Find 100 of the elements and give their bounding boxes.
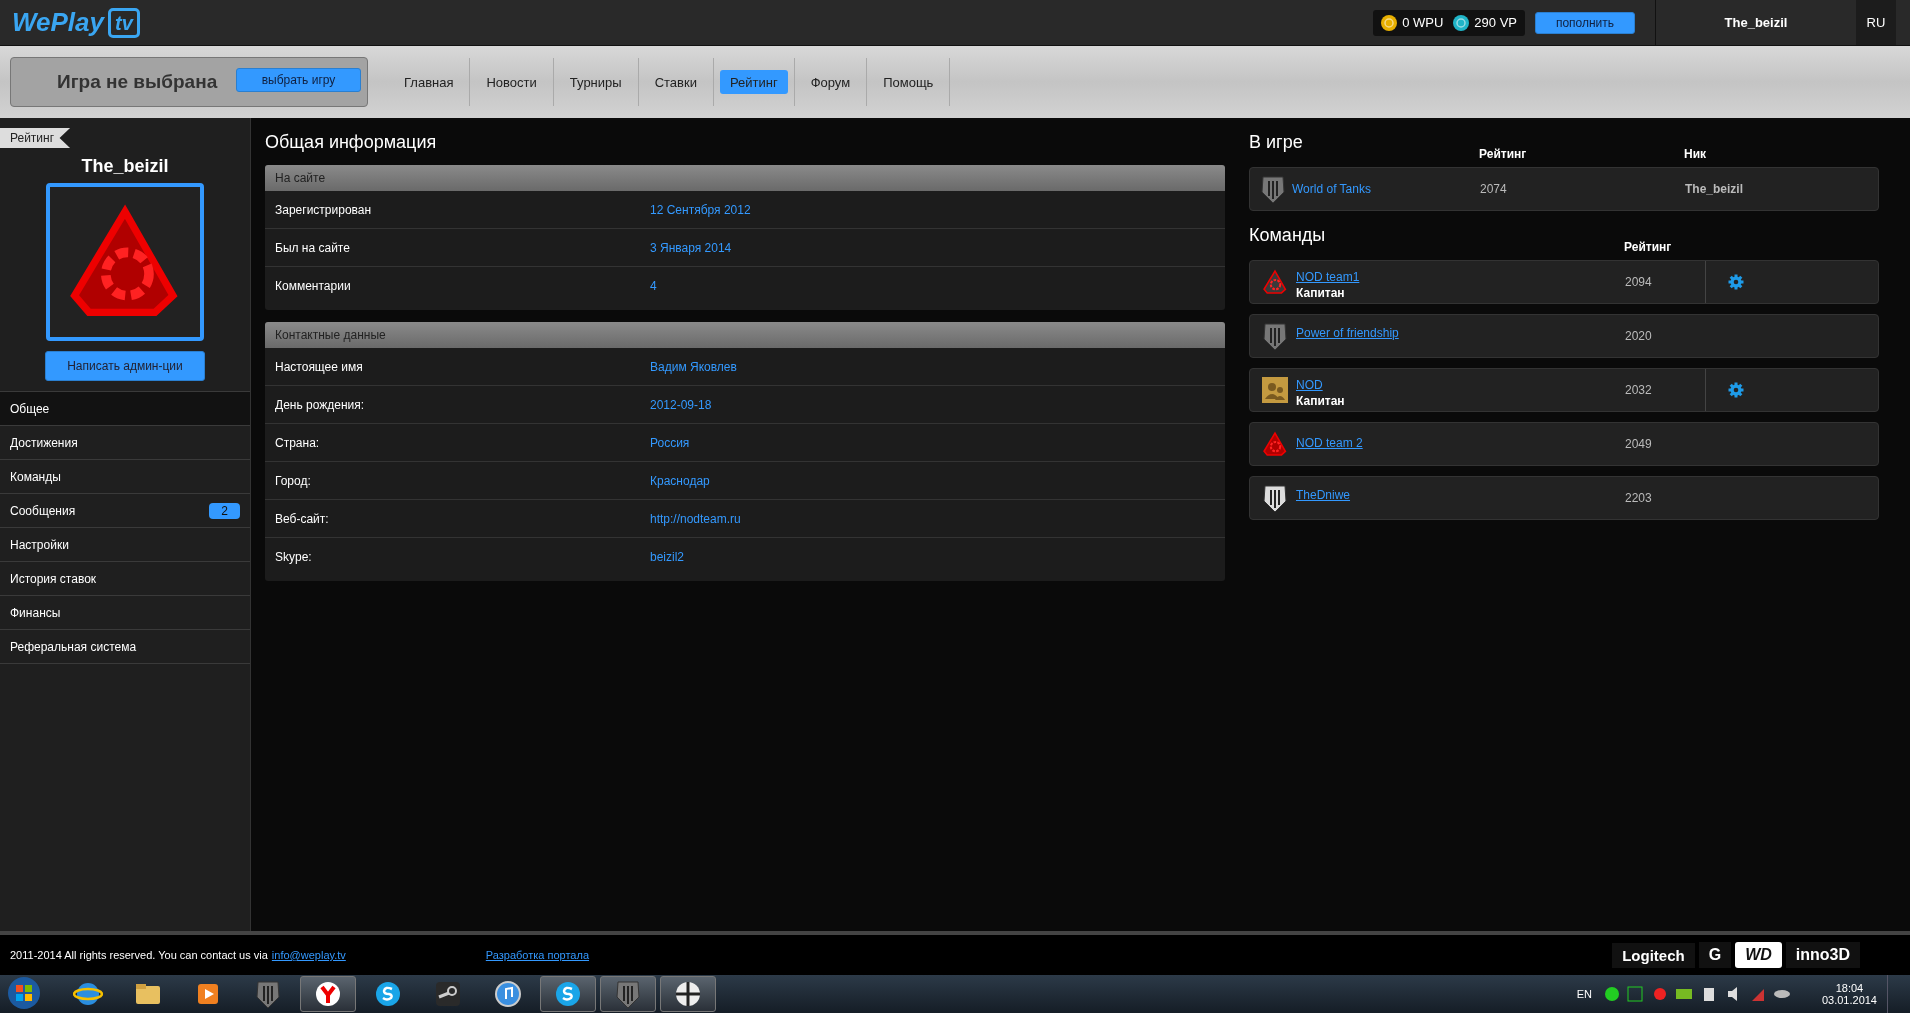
game-link[interactable]: World of Tanks [1292, 182, 1371, 196]
nav-tab[interactable]: Помощь [873, 58, 944, 106]
input-language[interactable]: EN [1576, 988, 1592, 1000]
rating-value: 2074 [1480, 182, 1508, 196]
logo[interactable]: WePlay tv [12, 7, 140, 38]
sidebar-item[interactable]: Команды [0, 459, 250, 493]
field-label: Настоящее имя [275, 359, 364, 374]
shield-icon [1262, 321, 1288, 351]
emblem-icon [1262, 269, 1288, 295]
windows-logo-icon [7, 976, 41, 1010]
field-label: Skype: [275, 549, 313, 564]
field-value: Вадим Яковлев [650, 359, 738, 374]
sponsor-logo[interactable]: inno3D [1785, 942, 1860, 968]
rating-value: 2094 [1625, 275, 1653, 289]
field-label: Комментарии [275, 278, 352, 293]
settings-icon[interactable] [1728, 382, 1744, 398]
taskbar-button[interactable] [540, 976, 596, 1012]
nav-tab[interactable]: Форум [800, 58, 861, 106]
field-label: Был на сайте [275, 240, 351, 255]
settings-icon[interactable] [1728, 274, 1744, 290]
balance-amount: 0 WPU [1402, 15, 1444, 30]
shield-icon [615, 979, 641, 1009]
coin-icon [1453, 14, 1470, 31]
count-badge: 2 [209, 502, 240, 519]
taskbar-button[interactable] [660, 976, 716, 1012]
field-label: Зарегистрирован [275, 202, 373, 217]
section-ribbon: Рейтинг [0, 128, 71, 148]
sponsor-logo[interactable]: WD [1735, 942, 1782, 968]
shield-icon [1262, 483, 1288, 513]
sidebar-item-label: Реферальная система [10, 639, 137, 654]
nav-tab[interactable]: Турниры [559, 58, 632, 106]
nav-tab[interactable]: Ставки [644, 58, 707, 106]
user-menu[interactable]: The_beizil [1724, 15, 1788, 30]
field-label: Город: [275, 473, 312, 488]
sidebar-item-label: Достижения [10, 435, 78, 450]
sidebar-item[interactable]: Реферальная система [0, 629, 250, 663]
team-link[interactable]: NOD [1296, 377, 1345, 392]
field-value: 12 Сентября 2012 [650, 202, 752, 217]
team-role: Капитан [1296, 285, 1346, 300]
topup-button[interactable]: пополнить [1535, 11, 1635, 34]
sidebar-item[interactable]: Сообщения 2 [0, 493, 250, 527]
sidebar-item[interactable]: Достижения [0, 425, 250, 459]
field-value: 2012-09-18 [650, 397, 713, 412]
sidebar-item[interactable]: Финансы [0, 595, 250, 629]
column-header: Ник [1684, 147, 1708, 161]
team-link[interactable]: NOD team 2 [1296, 436, 1363, 450]
developer-link[interactable]: Разработка портала [485, 949, 590, 961]
panel-header: На сайте [265, 165, 1225, 191]
column-header: Рейтинг [1624, 240, 1673, 254]
message-button[interactable]: Написать админ-ции [45, 351, 205, 381]
game-label: Игра не выбрана [57, 71, 218, 93]
copyright-text: 2011-2014 All rights reserved. You can contact us via [10, 949, 268, 961]
sidebar-item[interactable]: Общее [0, 391, 250, 425]
sponsor-logo[interactable]: Logitech [1612, 942, 1695, 968]
sidebar-item-label: Общее [10, 401, 50, 416]
sidebar-item-label: Сообщения [10, 503, 76, 518]
balance-amount: 290 VP [1474, 15, 1517, 30]
nick-value: The_beizil [1685, 182, 1744, 196]
sidebar-item-label: Финансы [10, 605, 61, 620]
team-role: Капитан [1296, 393, 1345, 408]
choose-game-button[interactable]: выбрать игру [236, 68, 361, 92]
sponsor-logo[interactable]: G [1698, 942, 1732, 968]
panel-header: Контактные данные [265, 322, 1225, 348]
sidebar-item-label: Команды [10, 469, 61, 484]
profile-name: The_beizil [80, 156, 170, 177]
sidebar-item-label: Настройки [10, 537, 69, 552]
people-icon [1262, 377, 1288, 403]
email-link[interactable]: info@weplay.tv [271, 949, 346, 961]
nav-tab[interactable]: Рейтинг [719, 70, 788, 94]
field-value: Россия [650, 435, 691, 450]
field-value: http://nodteam.ru [650, 511, 742, 526]
shield-icon [1260, 174, 1286, 204]
field-label: Веб-сайт: [275, 511, 330, 526]
logo-badge: tv [108, 7, 140, 38]
round-icon [313, 979, 343, 1009]
team-link[interactable]: NOD team1 [1296, 269, 1360, 284]
team-link[interactable]: TheDniwe [1296, 488, 1351, 502]
taskbar-button[interactable] [300, 976, 356, 1012]
sidebar-item[interactable]: История ставок [0, 561, 250, 595]
section-title: Общая информация [265, 132, 438, 153]
language-menu[interactable]: RU [1866, 15, 1886, 30]
badge-icon [673, 979, 703, 1009]
rating-value: 2203 [1625, 491, 1653, 505]
field-value: beizil2 [650, 549, 686, 564]
sidebar-item-label: История ставок [10, 571, 97, 586]
shield-icon [255, 979, 281, 1009]
field-label: День рождения: [275, 397, 366, 412]
field-value: 4 [650, 278, 658, 293]
team-link[interactable]: Power of friendship [1296, 326, 1399, 340]
sidebar-item[interactable]: Настройки [0, 527, 250, 561]
field-value: 3 Января 2014 [650, 240, 733, 255]
field-label: Страна: [275, 435, 321, 450]
rating-value: 2032 [1625, 383, 1653, 397]
nav-tab[interactable]: Главная [394, 58, 464, 106]
field-value: Краснодар [650, 473, 711, 488]
rating-value: 2020 [1625, 329, 1653, 343]
clock[interactable]: 18:04 03.01.2014 [1821, 982, 1877, 1006]
logo-text: WePlay [12, 7, 104, 38]
column-header: Рейтинг [1479, 147, 1528, 161]
nav-tab[interactable]: Новости [476, 58, 547, 106]
